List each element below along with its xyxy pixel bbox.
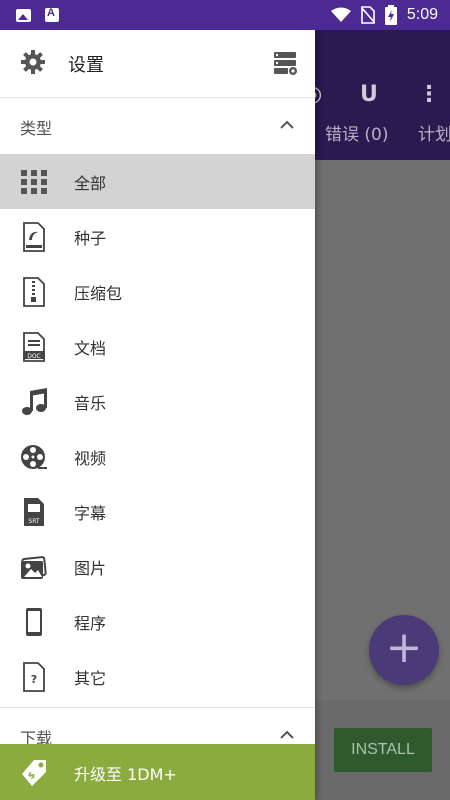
drawer-item-label: 图片	[74, 559, 107, 578]
doc-file-icon: DOC	[23, 332, 45, 362]
drawer-item-label: 种子	[74, 229, 107, 248]
drawer-item-label: 程序	[74, 614, 107, 633]
no-sim-icon	[360, 6, 375, 24]
drawer-item-torrent[interactable]: 种子	[0, 209, 315, 264]
music-note-icon	[22, 388, 47, 415]
drawer-item-label: 全部	[74, 174, 107, 193]
price-tag-icon: $	[22, 760, 46, 786]
drawer-item-music[interactable]: 音乐	[0, 374, 315, 429]
unknown-file-icon: ?	[23, 662, 45, 692]
drawer-item-label: 音乐	[74, 394, 107, 413]
drawer-item-other[interactable]: ? 其它	[0, 649, 315, 704]
drawer-item-label: 字幕	[74, 504, 107, 523]
grid-icon	[21, 170, 47, 194]
drawer-item-apps[interactable]: 程序	[0, 594, 315, 649]
magnet-icon[interactable]: U	[360, 82, 378, 107]
drawer-item-images[interactable]: 图片	[0, 539, 315, 594]
drawer-item-label: 视频	[74, 449, 107, 468]
drawer-item-label: 其它	[74, 669, 107, 688]
tab-scheduled[interactable]: 计划	[418, 120, 450, 145]
phone-icon	[26, 608, 42, 636]
image-icon	[16, 8, 31, 22]
torrent-file-icon	[23, 222, 45, 252]
drawer-item-label: 压缩包	[74, 284, 123, 303]
upgrade-label: 升级至 1DM+	[74, 765, 177, 784]
svg-text:?: ?	[31, 673, 37, 686]
status-bar: 5:09	[0, 0, 450, 30]
types-section-header[interactable]: 类型	[0, 98, 315, 154]
drawer-item-archive[interactable]: 压缩包	[0, 264, 315, 319]
zip-file-icon	[23, 277, 45, 307]
add-download-button[interactable]: +	[369, 615, 439, 685]
drawer-item-all[interactable]: 全部	[0, 154, 315, 209]
upgrade-button[interactable]: $ 升级至 1DM+	[0, 744, 315, 800]
svg-text:DOC: DOC	[27, 353, 41, 360]
drawer-item-label: 文档	[74, 339, 107, 358]
navigation-drawer: 设置 类型 全部 种子 压缩包 DOC 文档 音乐 视频 SRT 字幕 图片 程…	[0, 30, 315, 800]
drawer-item-subtitle[interactable]: SRT 字幕	[0, 484, 315, 539]
chevron-up-icon	[280, 730, 294, 739]
settings-label: 设置	[68, 55, 104, 76]
more-vert-icon[interactable]: ⋮	[418, 82, 440, 107]
chevron-up-icon	[280, 120, 294, 129]
film-reel-icon	[21, 445, 47, 469]
gear-icon	[21, 50, 45, 74]
clock: 5:09	[406, 6, 438, 23]
picture-icon	[21, 556, 47, 579]
a-app-icon	[45, 7, 59, 22]
subtitle-file-icon: SRT	[24, 498, 44, 526]
svg-text:SRT: SRT	[28, 518, 40, 525]
settings-row[interactable]: 设置	[0, 30, 315, 98]
server-settings-icon[interactable]	[273, 50, 299, 76]
drawer-item-document[interactable]: DOC 文档	[0, 319, 315, 374]
drawer-item-video[interactable]: 视频	[0, 429, 315, 484]
battery-charging-icon	[384, 5, 397, 25]
install-button[interactable]: INSTALL	[334, 728, 432, 772]
tab-errors[interactable]: 错误 (0)	[325, 120, 388, 145]
wifi-icon	[330, 7, 351, 22]
types-section-label: 类型	[20, 119, 53, 138]
